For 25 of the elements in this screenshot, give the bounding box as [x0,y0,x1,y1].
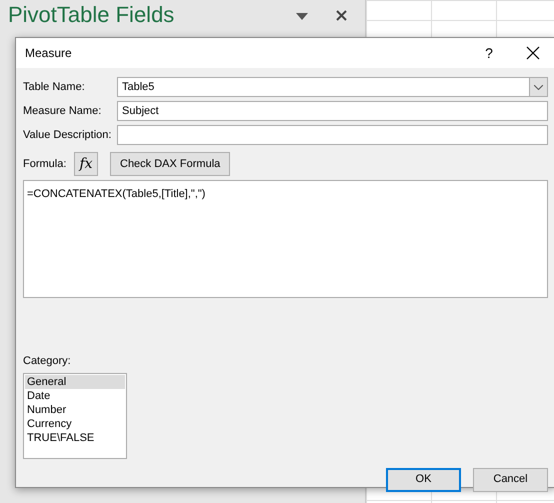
table-name-dropdown[interactable]: Table5 [117,77,548,97]
close-icon[interactable] [336,10,347,22]
category-item[interactable]: Date [25,388,125,402]
category-label: Category: [23,354,72,369]
insert-function-button[interactable]: fx [74,152,98,176]
category-item[interactable]: Currency [25,416,125,430]
text-field[interactable]: Subject [117,101,548,121]
category-item[interactable]: TRUE\FALSE [25,430,125,444]
dropdown-icon[interactable] [296,12,308,20]
chevron-down-icon [534,84,543,90]
check-formula-button[interactable]: Check DAX Formula [110,152,230,176]
ok-button[interactable]: OK [386,468,461,492]
formula-editor[interactable]: =CONCATENATEX(Table5,[Title],",") [23,180,548,298]
text-field[interactable] [117,125,548,145]
field-label: Formula: [23,156,67,172]
category-item[interactable]: General [25,374,125,388]
field-label: Table Name: [23,80,86,95]
dialog-title: Measure [25,45,72,62]
field-label: Measure Name: [23,104,102,119]
help-button[interactable]: ? [467,42,511,64]
field-label: Value Description: [23,128,112,143]
category-item[interactable]: Number [25,402,125,416]
close-icon[interactable] [526,46,540,60]
cancel-button[interactable]: Cancel [473,468,548,492]
pane-title: PivotTable Fields [8,1,174,29]
